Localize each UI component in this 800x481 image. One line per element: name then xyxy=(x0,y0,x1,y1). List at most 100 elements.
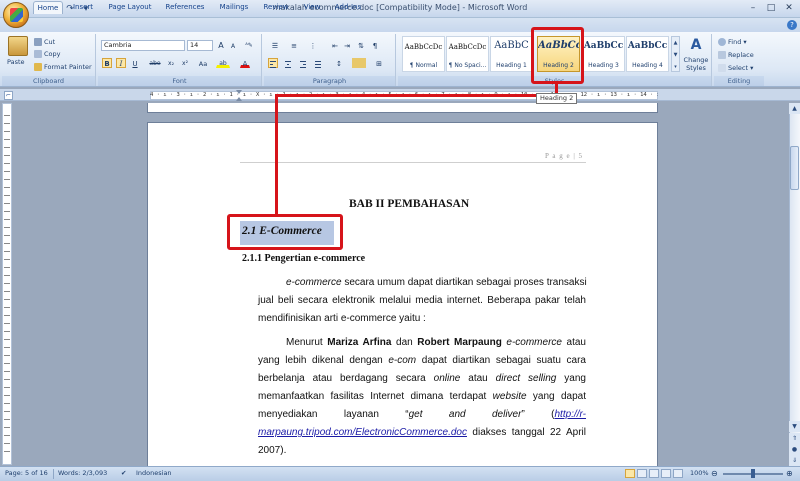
bullets-icon[interactable]: ☰ xyxy=(268,40,282,50)
sort-icon[interactable]: ⇅ xyxy=(356,40,366,50)
zoom-level[interactable]: 100% xyxy=(690,468,709,479)
numbering-icon[interactable]: ≡ xyxy=(287,40,301,50)
author-name: Mariza Arfina xyxy=(327,337,392,348)
font-family-combo[interactable]: Cambria xyxy=(101,40,185,51)
zoom-slider-thumb[interactable] xyxy=(751,469,755,478)
tab-page-layout[interactable]: Page Layout xyxy=(104,1,156,14)
tab-home[interactable]: Home xyxy=(33,1,63,14)
previous-page-bottom xyxy=(147,103,658,113)
cut-button[interactable]: Cut xyxy=(34,38,55,47)
highlight-button[interactable]: ab xyxy=(216,58,230,68)
draft-view-icon[interactable] xyxy=(673,469,683,478)
print-layout-view-icon[interactable] xyxy=(625,469,635,478)
maximize-icon[interactable]: □ xyxy=(762,2,780,15)
web-layout-icon[interactable] xyxy=(649,469,659,478)
shrink-font-button[interactable]: A xyxy=(228,41,238,51)
strikethrough-button[interactable]: abe xyxy=(148,58,162,68)
align-left-button[interactable] xyxy=(268,58,278,68)
subscript-button[interactable]: x₂ xyxy=(166,58,176,68)
italic-button[interactable]: I xyxy=(116,58,126,68)
grow-font-button[interactable]: A xyxy=(216,40,226,50)
tab-review[interactable]: Review xyxy=(259,1,293,14)
align-right-button[interactable] xyxy=(298,58,308,68)
style-heading-1[interactable]: AaBbC Heading 1 xyxy=(490,36,533,72)
callout-connector xyxy=(275,94,558,97)
change-styles-button[interactable]: Change Styles xyxy=(682,56,710,72)
line-spacing-icon[interactable]: ↕ xyxy=(332,58,346,68)
paragraph-line: mendifinisikan arti e-commerce yaitu : xyxy=(258,313,426,324)
help-icon[interactable]: ? xyxy=(787,20,797,30)
language-indicator[interactable]: Indonesian xyxy=(136,468,172,479)
tab-selector-icon[interactable]: ⌐ xyxy=(4,91,13,100)
word-count[interactable]: Words: 2/3,093 xyxy=(58,468,107,479)
callout-box-heading-2-style xyxy=(531,27,584,84)
font-color-button[interactable]: A xyxy=(240,58,250,68)
browse-object-icon[interactable]: ● xyxy=(789,444,800,455)
text-span: dan xyxy=(391,337,418,348)
callout-connector xyxy=(275,94,278,214)
decrease-indent-icon[interactable]: ⇤ xyxy=(330,40,340,50)
change-case-button[interactable]: Aa xyxy=(196,58,210,68)
cursor-icon xyxy=(718,64,726,72)
minimize-icon[interactable]: – xyxy=(744,2,762,15)
clear-formatting-icon[interactable]: ᴬ✎ xyxy=(244,40,254,50)
copy-button[interactable]: Copy xyxy=(34,50,61,59)
font-size-combo[interactable]: 14 xyxy=(187,40,213,51)
tab-add-ins[interactable]: Add-Ins xyxy=(331,1,365,14)
style-normal[interactable]: AaBbCcDc ¶ Normal xyxy=(402,36,445,72)
clipboard-group-label: Clipboard xyxy=(2,76,95,86)
tab-view[interactable]: View xyxy=(298,1,326,14)
tab-mailings[interactable]: Mailings xyxy=(214,1,254,14)
shading-icon[interactable] xyxy=(352,58,366,68)
style-heading-3[interactable]: AaBbCc Heading 3 xyxy=(582,36,625,72)
ribbon-tab-bar xyxy=(0,18,800,32)
text-span: yang dapat xyxy=(526,391,586,402)
increase-indent-icon[interactable]: ⇥ xyxy=(342,40,352,50)
paste-button[interactable]: Paste xyxy=(7,58,25,67)
proofing-icon[interactable]: ✔ xyxy=(121,468,126,479)
text-span: Menurut xyxy=(286,337,328,348)
superscript-button[interactable]: x² xyxy=(180,58,190,68)
zoom-out-icon[interactable]: ⊖ xyxy=(711,468,718,479)
hyperlink[interactable]: http://r- xyxy=(555,409,587,420)
change-styles-icon[interactable]: A xyxy=(688,37,704,53)
underline-button[interactable]: U xyxy=(130,58,140,68)
scrollbar-thumb[interactable] xyxy=(790,146,799,190)
pilcrow-icon[interactable]: ¶ xyxy=(370,40,380,50)
first-line-indent-marker[interactable] xyxy=(236,90,242,94)
hanging-indent-marker[interactable] xyxy=(236,97,242,101)
tab-references[interactable]: References xyxy=(161,1,209,14)
tab-insert[interactable]: Insert xyxy=(68,1,98,14)
zoom-in-icon[interactable]: ⊕ xyxy=(786,468,793,479)
full-screen-reading-icon[interactable] xyxy=(637,469,647,478)
outline-view-icon[interactable] xyxy=(661,469,671,478)
term-em: get and deliver xyxy=(408,409,522,420)
style-name: Heading 3 xyxy=(588,62,619,69)
previous-page-icon[interactable]: ⇑ xyxy=(789,433,800,444)
text-span: diakses tanggal 22 April xyxy=(466,427,586,438)
borders-icon[interactable]: ⊞ xyxy=(372,58,386,68)
multilevel-list-icon[interactable]: ⋮ xyxy=(306,40,320,50)
brush-icon xyxy=(34,63,42,71)
hyperlink[interactable]: marpaung.tripod.com/ElectronicCommerce.d… xyxy=(258,427,467,438)
scroll-up-icon[interactable]: ▲ xyxy=(789,103,800,114)
scroll-down-icon[interactable]: ▼ xyxy=(789,421,800,432)
text-span: menyediakan layanan “ xyxy=(258,409,409,420)
bold-button[interactable]: B xyxy=(102,58,112,68)
page-count[interactable]: Page: 5 of 16 xyxy=(5,468,48,479)
text-span: yang xyxy=(556,373,586,384)
style-heading-4[interactable]: AaBbCc Heading 4 xyxy=(626,36,669,72)
format-painter-button[interactable]: Format Painter xyxy=(34,63,92,72)
style-no-spacing[interactable]: AaBbCcDc ¶ No Spaci... xyxy=(446,36,489,72)
close-icon[interactable]: ✕ xyxy=(780,2,798,15)
paragraph-line: menyediakan layanan “get and deliver” (h… xyxy=(258,409,586,420)
align-center-button[interactable] xyxy=(283,58,293,68)
find-button[interactable]: Find ▾ xyxy=(718,38,747,47)
paste-icon[interactable] xyxy=(8,36,28,56)
next-page-icon[interactable]: ⇓ xyxy=(789,455,800,466)
justify-button[interactable] xyxy=(313,58,323,68)
replace-button[interactable]: Replace xyxy=(718,51,754,60)
office-button[interactable] xyxy=(3,2,29,28)
styles-scroll-arrows[interactable]: ▲ ▼ ▾ xyxy=(671,36,680,72)
select-button[interactable]: Select ▾ xyxy=(718,64,753,73)
